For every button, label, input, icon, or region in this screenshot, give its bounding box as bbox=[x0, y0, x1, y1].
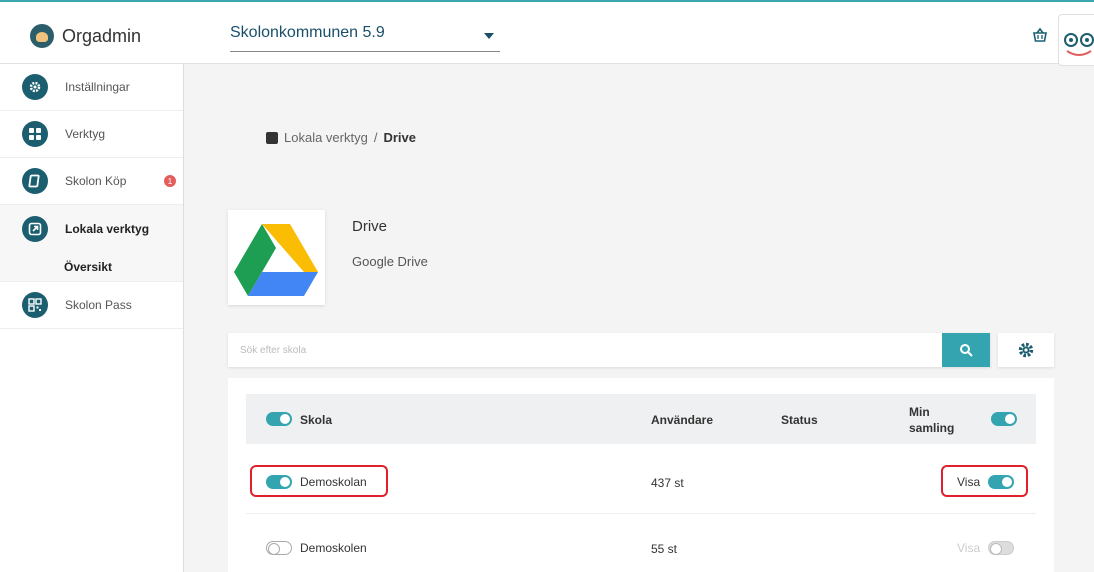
tool-subtitle: Google Drive bbox=[352, 254, 428, 269]
search-box bbox=[228, 333, 990, 367]
organization-select-value: Skolonkommunen 5.9 bbox=[230, 24, 385, 41]
tool-title: Drive bbox=[352, 218, 388, 235]
settings-button[interactable] bbox=[998, 333, 1054, 367]
basket-icon[interactable] bbox=[1032, 27, 1048, 43]
search-icon bbox=[960, 344, 973, 357]
sidebar-item-label: Verktyg bbox=[65, 127, 106, 141]
school-search-input[interactable] bbox=[228, 333, 928, 367]
sidebar-item-label: Inställningar bbox=[65, 80, 130, 94]
sidebar-subitem-oversikt[interactable]: Översikt bbox=[0, 252, 183, 282]
sidebar-item-label: Lokala verktyg bbox=[65, 221, 150, 236]
user-avatar[interactable] bbox=[1058, 14, 1094, 66]
breadcrumb-parent[interactable]: Lokala verktyg bbox=[284, 130, 368, 145]
orgadmin-logo-icon bbox=[30, 24, 54, 48]
column-header-school: Skola bbox=[300, 413, 333, 427]
sidebar-item-verktyg[interactable]: Verktyg bbox=[0, 111, 183, 158]
school-name: Demoskolen bbox=[300, 541, 367, 555]
column-header-users: Användare bbox=[651, 413, 714, 427]
sidebar-item-label: Skolon Pass bbox=[65, 298, 132, 312]
school-active-toggle[interactable] bbox=[266, 541, 292, 555]
collection-visibility-toggle[interactable] bbox=[988, 541, 1014, 555]
sidebar-item-skolon-kop[interactable]: Skolon Köp 1 bbox=[0, 158, 183, 205]
breadcrumb: Lokala verktyg / Drive bbox=[266, 130, 416, 145]
face-icon bbox=[1064, 33, 1094, 56]
breadcrumb-separator: / bbox=[373, 130, 378, 145]
tool-logo-card bbox=[228, 210, 325, 305]
sidebar-item-installningar[interactable]: Inställningar bbox=[0, 64, 183, 111]
search-button[interactable] bbox=[942, 333, 990, 367]
collection-all-toggle[interactable] bbox=[991, 412, 1017, 426]
brand[interactable]: Orgadmin bbox=[30, 24, 141, 48]
table-row: Demoskolen 55 st Visa bbox=[246, 514, 1036, 572]
grid-icon bbox=[22, 121, 48, 147]
user-count: 437 st bbox=[651, 476, 684, 490]
sidebar-item-lokala-verktyg[interactable]: Lokala verktyg bbox=[0, 205, 183, 252]
annotation-highlight-school-toggle bbox=[250, 465, 388, 497]
external-link-icon bbox=[266, 131, 278, 144]
qr-code-icon bbox=[22, 292, 48, 318]
app-name: Orgadmin bbox=[62, 25, 142, 46]
breadcrumb-current: Drive bbox=[383, 130, 416, 145]
gear-icon bbox=[1018, 342, 1034, 358]
sidebar: Inställningar Verktyg Skolon Köp 1 Lokal… bbox=[0, 64, 184, 572]
visibility-label: Visa bbox=[957, 541, 981, 555]
table-header: Skola Användare Status Min samling bbox=[246, 394, 1036, 444]
book-icon bbox=[22, 168, 48, 194]
sidebar-item-skolon-pass[interactable]: Skolon Pass bbox=[0, 282, 183, 329]
schools-table: Skola Användare Status Min samling Demos… bbox=[228, 378, 1054, 572]
gear-icon bbox=[22, 74, 48, 100]
google-drive-logo-icon bbox=[234, 224, 318, 296]
column-header-collection: Min samling bbox=[909, 405, 955, 435]
caret-down-icon bbox=[484, 33, 494, 39]
select-all-toggle[interactable] bbox=[266, 412, 292, 426]
external-link-icon bbox=[22, 215, 48, 242]
user-count: 55 st bbox=[651, 542, 678, 556]
sidebar-item-label: Skolon Köp bbox=[65, 174, 127, 188]
notification-badge: 1 bbox=[164, 175, 176, 187]
top-bar: Orgadmin Skolonkommunen 5.9 bbox=[0, 0, 1094, 66]
annotation-highlight-visibility-toggle bbox=[941, 465, 1028, 497]
organization-select[interactable]: Skolonkommunen 5.9 bbox=[230, 24, 500, 52]
column-header-status: Status bbox=[781, 413, 818, 427]
